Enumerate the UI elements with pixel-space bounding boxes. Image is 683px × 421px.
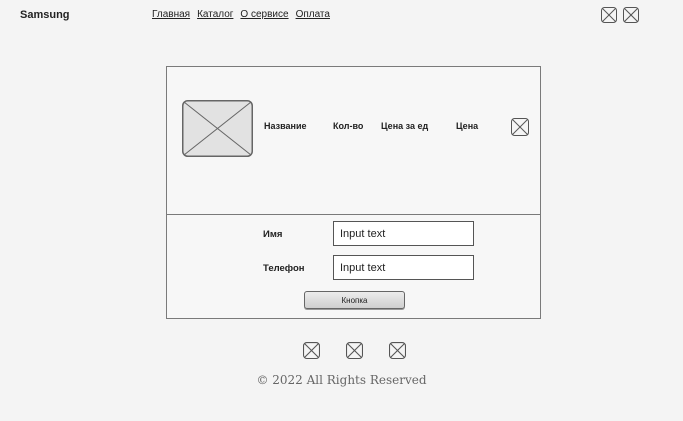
placeholder-icon[interactable]	[623, 7, 639, 23]
brand-logo[interactable]: Samsung	[20, 9, 70, 21]
nav-link-payment[interactable]: Оплата	[296, 9, 330, 20]
image-placeholder-icon	[182, 100, 253, 157]
copyright-text: © 2022 All Rights Reserved	[256, 373, 427, 387]
header-icons	[601, 7, 639, 23]
placeholder-icon[interactable]	[601, 7, 617, 23]
footer-icons	[303, 342, 406, 359]
section-divider	[167, 214, 540, 215]
nav-link-about[interactable]: О сервисе	[240, 9, 288, 20]
phone-input[interactable]	[333, 255, 474, 280]
column-qty: Кол-во	[333, 121, 364, 131]
name-input[interactable]	[333, 221, 474, 246]
column-unit-price: Цена за ед	[381, 121, 429, 131]
nav-link-home[interactable]: Главная	[152, 9, 190, 20]
submit-button[interactable]: Кнопка	[304, 291, 405, 309]
site-header: Samsung Главная Каталог О сервисе Оплата	[0, 0, 683, 32]
placeholder-icon[interactable]	[346, 342, 363, 359]
phone-label: Телефон	[263, 263, 305, 274]
placeholder-icon[interactable]	[303, 342, 320, 359]
name-label: Имя	[263, 229, 283, 240]
nav-link-catalog[interactable]: Каталог	[197, 9, 233, 20]
cart-card: Название Кол-во Цена за ед Цена Имя Теле…	[166, 66, 541, 319]
column-price: Цена	[456, 121, 479, 131]
remove-item-icon[interactable]	[511, 118, 529, 136]
column-name: Название	[264, 121, 307, 131]
placeholder-icon[interactable]	[389, 342, 406, 359]
main-nav: Главная Каталог О сервисе Оплата	[152, 9, 330, 20]
